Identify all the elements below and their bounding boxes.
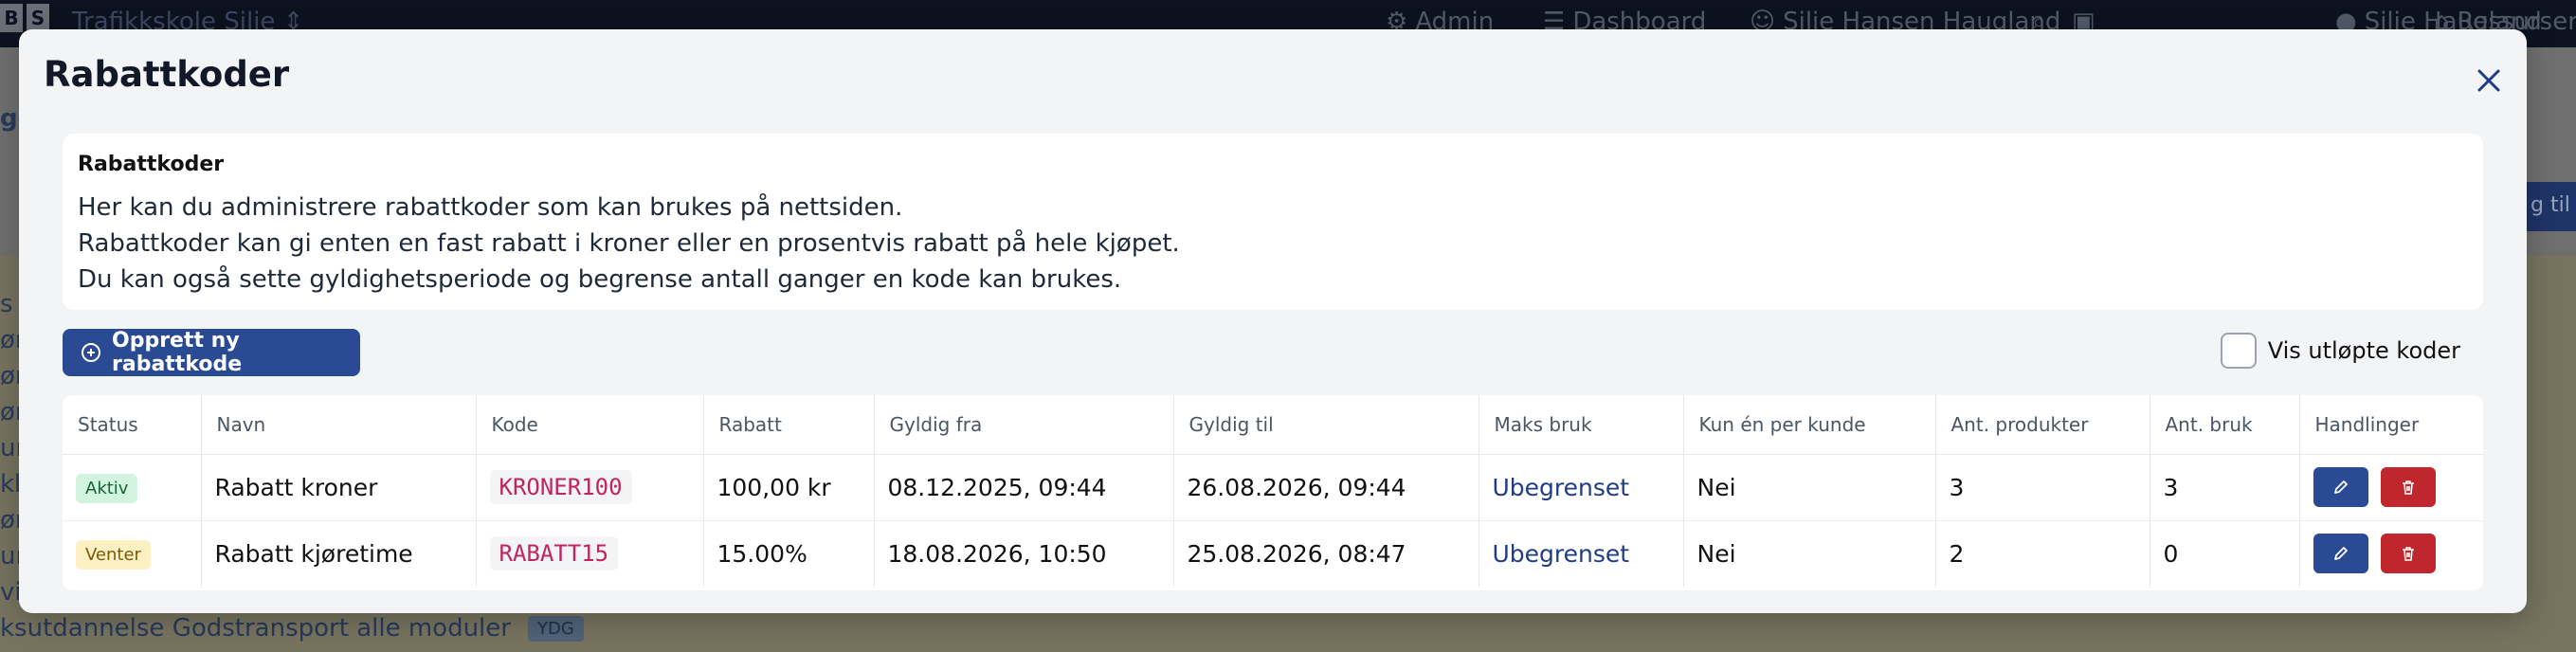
modal-title: Rabattkoder	[44, 54, 290, 95]
valid-from-cell: 18.08.2026, 10:50	[874, 520, 1174, 587]
show-expired-label: Vis utløpte koder	[2267, 337, 2460, 364]
logo-letter-s: S	[27, 4, 49, 32]
table-row: Venter Rabatt kjøretime RABATT15 15.00% …	[63, 520, 2483, 587]
delete-button[interactable]	[2381, 467, 2437, 507]
pencil-icon	[2333, 480, 2348, 494]
column-header-actions: Handlinger	[2299, 395, 2483, 455]
trash-icon	[2403, 547, 2415, 562]
show-expired-toggle[interactable]: Vis utløpte koder	[2220, 333, 2460, 369]
products-cell: 3	[1935, 454, 2150, 521]
background-action-button[interactable]: g til p	[2519, 182, 2576, 231]
column-header-valid-to[interactable]: Gyldig til	[1173, 395, 1479, 455]
discount-cell: 15.00%	[703, 520, 875, 587]
column-header-one-per-customer[interactable]: Kun én per kunde	[1683, 395, 1936, 455]
column-header-products[interactable]: Ant. produkter	[1935, 395, 2150, 455]
close-button[interactable]	[2472, 63, 2506, 98]
course-tag: YDG	[527, 615, 584, 642]
discount-cell: 100,00 kr	[703, 454, 875, 521]
name-cell: Rabatt kjøretime	[201, 520, 477, 587]
course-name: ksutdannelse Godstransport alle moduler	[0, 614, 511, 643]
plus-circle-icon	[82, 343, 100, 362]
info-line: Rabattkoder kan gi enten en fast rabatt …	[78, 229, 1180, 258]
one-per-customer-cell: Nei	[1683, 454, 1936, 521]
table-header-row: Status Navn Kode Rabatt Gyldig fra Gyldi…	[63, 395, 2483, 455]
close-icon	[2477, 69, 2500, 92]
max-use-cell: Ubegrenset	[1478, 454, 1684, 521]
delete-button[interactable]	[2381, 534, 2437, 574]
info-heading: Rabattkoder	[78, 153, 225, 176]
discount-code: RABATT15	[489, 536, 619, 571]
create-button-label: Opprett ny rabattkode	[112, 329, 243, 376]
status-cell: Aktiv	[63, 454, 202, 521]
status-badge: Aktiv	[76, 473, 138, 503]
logo-letter-b: B	[0, 4, 23, 32]
create-discount-code-button[interactable]: Opprett ny rabattkode	[63, 329, 360, 376]
discount-code: KRONER100	[489, 470, 632, 504]
name-cell: Rabatt kroner	[201, 454, 477, 521]
code-cell: KRONER100	[476, 454, 704, 521]
products-cell: 2	[1935, 520, 2150, 587]
background-course-row: ksutdannelse Godstransport alle moduler …	[0, 614, 584, 643]
trash-icon	[2403, 480, 2415, 495]
one-per-customer-cell: Nei	[1683, 520, 1936, 587]
uses-cell: 0	[2150, 520, 2300, 587]
discount-codes-table: Status Navn Kode Rabatt Gyldig fra Gyldi…	[63, 395, 2483, 590]
column-header-code[interactable]: Kode	[476, 395, 704, 455]
info-line: Her kan du administrere rabattkoder som …	[78, 193, 903, 222]
actions-cell	[2299, 454, 2483, 521]
info-card: Rabattkoder Her kan du administrere raba…	[63, 134, 2483, 310]
edit-button[interactable]	[2313, 467, 2368, 507]
status-badge: Venter	[76, 539, 151, 570]
pencil-icon	[2333, 547, 2348, 561]
show-expired-checkbox[interactable]	[2220, 333, 2257, 369]
bg-fragment: s	[0, 290, 13, 318]
column-header-uses[interactable]: Ant. bruk	[2150, 395, 2300, 455]
discount-codes-modal: Rabattkoder Rabattkoder Her kan du admin…	[19, 29, 2527, 613]
column-header-discount[interactable]: Rabatt	[703, 395, 875, 455]
column-header-name[interactable]: Navn	[201, 395, 477, 455]
valid-to-cell: 26.08.2026, 09:44	[1173, 454, 1479, 521]
edit-button[interactable]	[2313, 534, 2368, 574]
valid-to-cell: 25.08.2026, 08:47	[1173, 520, 1479, 587]
code-cell: RABATT15	[476, 520, 704, 587]
status-cell: Venter	[63, 520, 202, 587]
actions-cell	[2299, 520, 2483, 587]
uses-cell: 3	[2150, 454, 2300, 521]
max-use-cell: Ubegrenset	[1478, 520, 1684, 587]
table-row: Aktiv Rabatt kroner KRONER100 100,00 kr …	[63, 454, 2483, 521]
info-line: Du kan også sette gyldighetsperiode og b…	[78, 265, 1122, 294]
column-header-valid-from[interactable]: Gyldig fra	[874, 395, 1174, 455]
valid-from-cell: 08.12.2025, 09:44	[874, 454, 1174, 521]
column-header-status[interactable]: Status	[63, 395, 202, 455]
column-header-max-use[interactable]: Maks bruk	[1478, 395, 1684, 455]
